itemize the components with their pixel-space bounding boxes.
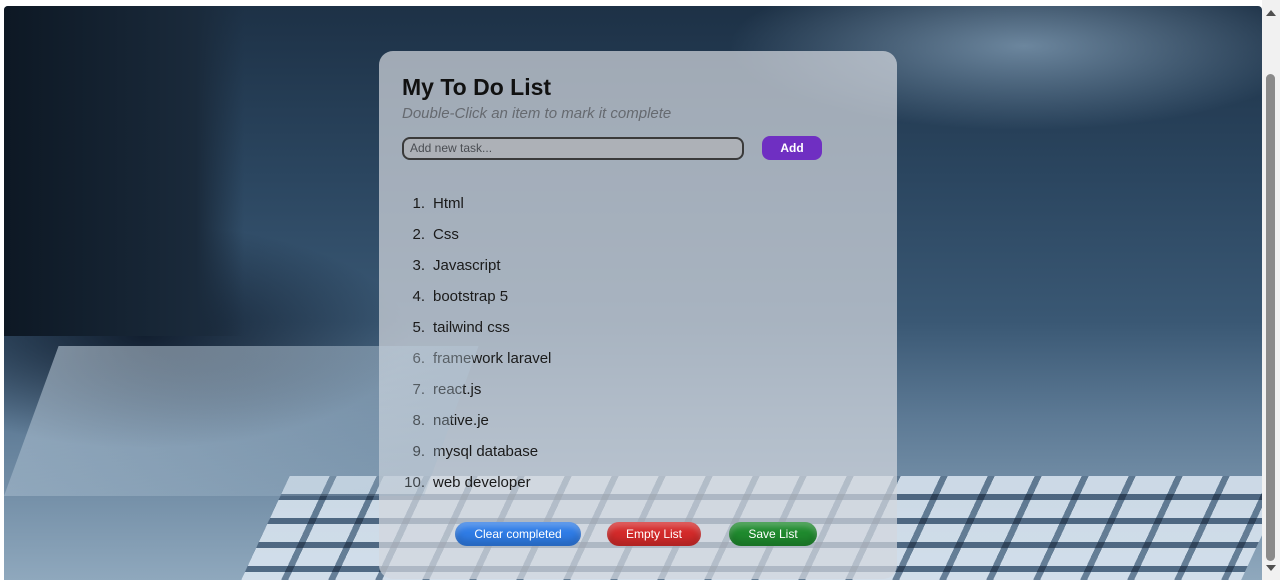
task-text: Javascript <box>433 257 501 274</box>
task-text: native.je <box>433 412 489 429</box>
task-item[interactable]: 10. web developer <box>402 467 874 498</box>
scroll-up-arrow-icon[interactable] <box>1266 10 1276 16</box>
task-number: 5. <box>412 319 425 336</box>
task-item[interactable]: 5. tailwind css <box>402 312 874 343</box>
scrollbar-thumb[interactable] <box>1266 74 1275 561</box>
empty-list-button[interactable]: Empty List <box>607 522 701 546</box>
page-title: My To Do List <box>402 74 552 100</box>
task-number: 7. <box>412 381 425 398</box>
page-subtitle: Double-Click an item to mark it complete <box>402 105 672 122</box>
task-list: 1. Html 2. Css 3. Javascript 4. bootstra… <box>402 188 874 498</box>
add-task-row: Add <box>402 136 874 160</box>
add-task-button[interactable]: Add <box>762 136 822 160</box>
clear-completed-button[interactable]: Clear completed <box>455 522 581 546</box>
new-task-input[interactable] <box>402 136 744 160</box>
task-number: 4. <box>412 288 425 305</box>
task-text: Css <box>433 226 459 243</box>
task-number: 3. <box>412 257 425 274</box>
scroll-down-arrow-icon[interactable] <box>1266 565 1276 571</box>
task-text: react.js <box>433 381 482 398</box>
task-text: framework laravel <box>433 350 552 367</box>
list-actions: Clear completed Empty List Save List <box>379 522 897 546</box>
page-background: My To Do List Double-Click an item to ma… <box>4 6 1262 580</box>
task-item[interactable]: 1. Html <box>402 188 874 219</box>
task-item[interactable]: 7. react.js <box>402 374 874 405</box>
task-number: 6. <box>412 350 425 367</box>
task-item[interactable]: 9. mysql database <box>402 436 874 467</box>
task-text: tailwind css <box>433 319 510 336</box>
task-item[interactable]: 2. Css <box>402 219 874 250</box>
task-text: mysql database <box>433 443 539 460</box>
todo-card: My To Do List Double-Click an item to ma… <box>379 51 897 579</box>
task-item[interactable]: 8. native.je <box>402 405 874 436</box>
task-text: Html <box>433 195 464 212</box>
task-number: 1. <box>412 195 425 212</box>
task-number: 8. <box>412 412 425 429</box>
task-number: 2. <box>412 226 425 243</box>
task-number: 9. <box>412 443 425 460</box>
task-text: bootstrap 5 <box>433 288 509 305</box>
vertical-scrollbar[interactable] <box>1262 0 1280 580</box>
task-item[interactable]: 3. Javascript <box>402 250 874 281</box>
task-text: web developer <box>433 474 531 491</box>
task-item[interactable]: 4. bootstrap 5 <box>402 281 874 312</box>
task-number: 10. <box>404 474 425 491</box>
task-item[interactable]: 6. framework laravel <box>402 343 874 374</box>
save-list-button[interactable]: Save List <box>729 522 817 546</box>
